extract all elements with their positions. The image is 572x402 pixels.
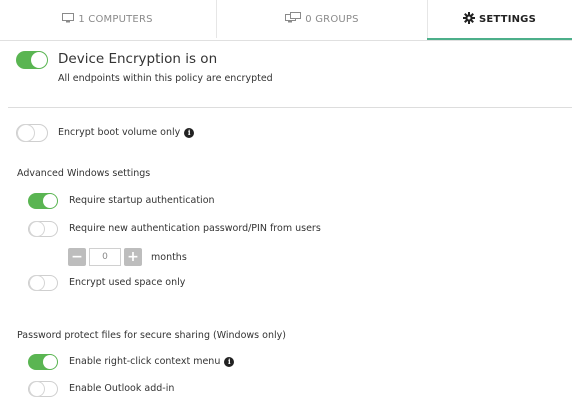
section-divider [8, 107, 572, 108]
toggle-knob [18, 125, 34, 141]
months-input[interactable]: 0 [89, 248, 121, 266]
tab-computers[interactable]: 1 COMPUTERS [0, 0, 215, 38]
toggle-knob [30, 222, 44, 236]
toggle-knob [43, 194, 57, 208]
advanced-windows-heading: Advanced Windows settings [17, 168, 151, 179]
right-click-menu-row: Enable right-click context menu i [69, 356, 235, 367]
encrypt-used-space-label: Encrypt used space only [69, 277, 186, 288]
right-click-menu-label: Enable right-click context menu [69, 356, 221, 367]
tab-settings[interactable]: SETTINGS [427, 0, 572, 40]
require-new-password-toggle[interactable] [28, 221, 58, 237]
encrypt-boot-volume-label: Encrypt boot volume only [58, 127, 181, 138]
tab-bar: 1 COMPUTERS 0 GROUPS SETTINGS [0, 0, 572, 41]
months-stepper: − 0 + months [68, 248, 187, 266]
device-encryption-title: Device Encryption is on [58, 51, 218, 67]
encrypt-boot-volume-toggle[interactable] [16, 124, 48, 142]
require-startup-auth-toggle[interactable] [28, 193, 58, 209]
require-startup-auth-label: Require startup authentication [69, 195, 215, 206]
right-click-menu-toggle[interactable] [28, 354, 58, 370]
require-new-password-label: Require new authentication password/PIN … [69, 223, 321, 234]
tab-computers-label: 1 COMPUTERS [78, 13, 153, 25]
increment-button[interactable]: + [124, 248, 142, 266]
groups-icon [285, 12, 302, 26]
toggle-knob [31, 52, 47, 68]
toggle-knob [30, 276, 44, 290]
outlook-addin-toggle[interactable] [28, 381, 58, 397]
gear-icon [462, 11, 475, 27]
outlook-addin-label: Enable Outlook add-in [69, 383, 175, 394]
tab-settings-label: SETTINGS [478, 13, 536, 25]
device-encryption-toggle[interactable] [16, 51, 48, 69]
tab-groups-label: 0 GROUPS [305, 13, 359, 25]
encrypt-boot-volume-row: Encrypt boot volume only i [58, 127, 195, 138]
toggle-knob [43, 355, 57, 369]
device-encryption-subtitle: All endpoints within this policy are enc… [58, 73, 273, 84]
tab-groups[interactable]: 0 GROUPS [216, 0, 428, 38]
decrement-button[interactable]: − [68, 248, 86, 266]
months-label: months [151, 251, 187, 263]
password-protect-heading: Password protect files for secure sharin… [17, 330, 286, 341]
toggle-knob [30, 382, 44, 396]
encrypt-used-space-toggle[interactable] [28, 275, 58, 291]
info-icon[interactable]: i [224, 356, 235, 367]
computer-icon [62, 12, 75, 26]
info-icon[interactable]: i [184, 127, 195, 138]
